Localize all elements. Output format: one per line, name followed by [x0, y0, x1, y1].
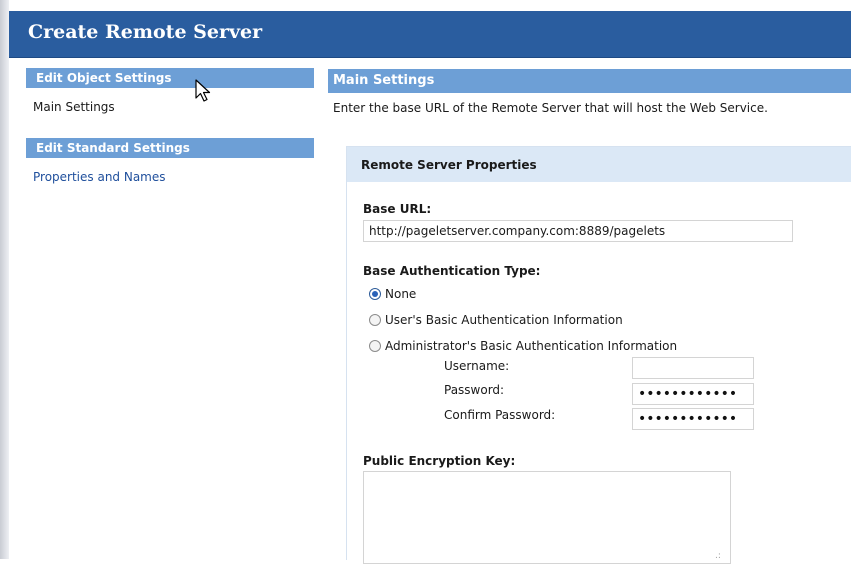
- page-title: Create Remote Server: [28, 21, 263, 43]
- auth-option-admin-basic-label: Administrator's Basic Authentication Inf…: [385, 339, 678, 353]
- auth-option-user-basic[interactable]: User's Basic Authentication Information: [369, 313, 623, 327]
- radio-button-checked[interactable]: [369, 288, 381, 300]
- sidebar-header-edit-standard-settings: Edit Standard Settings: [26, 138, 314, 158]
- radio-button[interactable]: [369, 340, 381, 352]
- auth-option-user-basic-label: User's Basic Authentication Information: [385, 313, 623, 327]
- intro-text: Enter the base URL of the Remote Server …: [333, 101, 768, 115]
- mouse-pointer-icon: [195, 79, 211, 102]
- sidebar-item-main-settings[interactable]: Main Settings: [33, 100, 115, 114]
- sidebar-item-properties-and-names[interactable]: Properties and Names: [33, 170, 166, 184]
- window-left-edge: [0, 0, 9, 559]
- base-url-input[interactable]: [363, 220, 793, 242]
- sidebar-header-edit-object-settings: Edit Object Settings: [26, 68, 314, 88]
- encryption-key-label: Public Encryption Key:: [363, 454, 516, 468]
- password-input[interactable]: ••••••••••••: [632, 383, 754, 405]
- resize-grip-icon[interactable]: .:: [715, 551, 849, 561]
- auth-option-admin-basic[interactable]: Administrator's Basic Authentication Inf…: [369, 339, 677, 353]
- title-bar: Create Remote Server: [9, 11, 851, 58]
- password-label: Password:: [444, 383, 505, 397]
- auth-option-none[interactable]: None: [369, 287, 416, 301]
- confirm-password-label: Confirm Password:: [444, 408, 556, 422]
- username-input[interactable]: [632, 357, 754, 379]
- auth-type-label: Base Authentication Type:: [363, 264, 541, 278]
- radio-button[interactable]: [369, 314, 381, 326]
- main-settings-header: Main Settings: [328, 69, 851, 93]
- properties-header: Remote Server Properties: [347, 147, 851, 182]
- confirm-password-input[interactable]: ••••••••••••: [632, 408, 754, 430]
- encryption-key-textarea[interactable]: [363, 471, 731, 564]
- auth-option-none-label: None: [385, 287, 417, 301]
- remote-server-properties-panel: Remote Server Properties Base URL: Base …: [346, 146, 851, 564]
- base-url-label: Base URL:: [363, 202, 432, 216]
- properties-title: Remote Server Properties: [361, 158, 537, 172]
- username-label: Username:: [444, 359, 510, 373]
